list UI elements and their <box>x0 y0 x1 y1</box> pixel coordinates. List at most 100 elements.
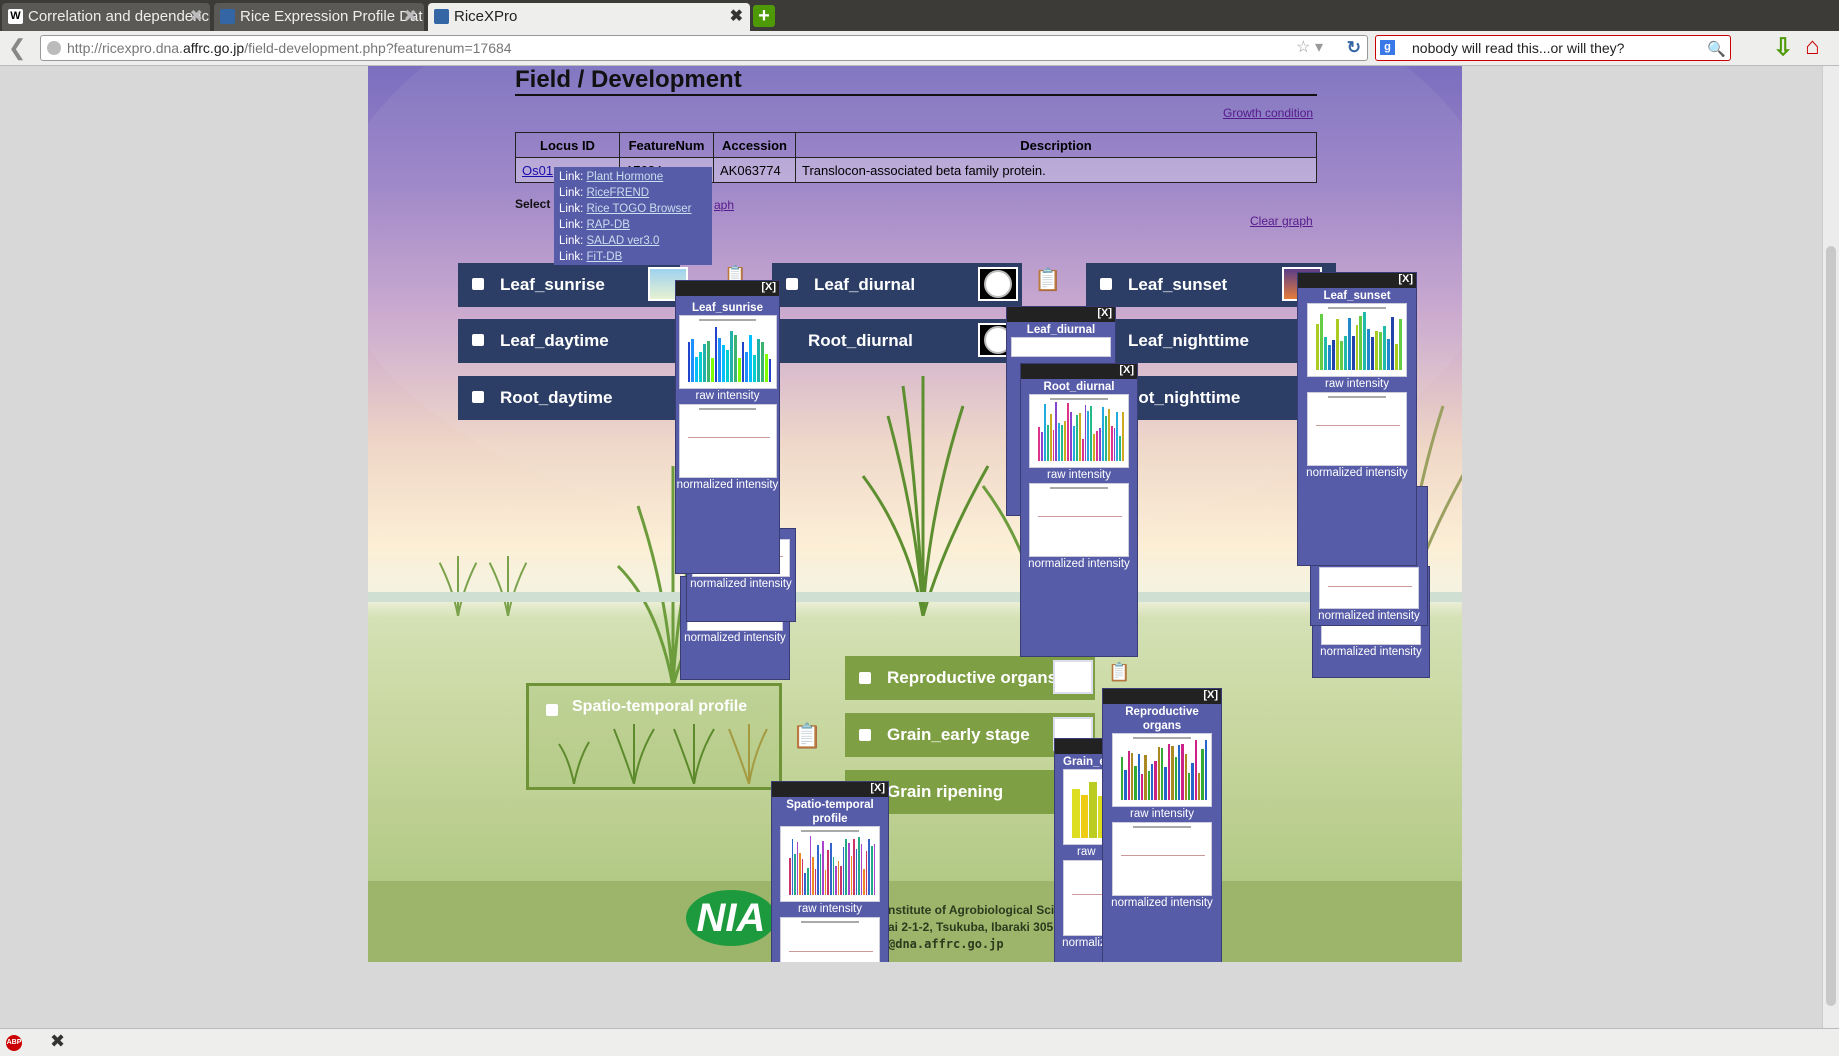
close-icon[interactable]: [X] <box>761 281 776 293</box>
download-icon[interactable]: ⇩ <box>1773 33 1793 62</box>
close-icon[interactable]: [X] <box>1203 689 1218 701</box>
wikipedia-icon: W <box>8 9 23 24</box>
bar-mark <box>1067 402 1069 461</box>
leaf-sunrise-checkbox[interactable] <box>472 278 484 290</box>
condition-leaf-daytime[interactable]: Leaf_daytime <box>458 319 680 363</box>
close-icon[interactable]: ✖ <box>50 1031 65 1052</box>
close-icon[interactable]: [X] <box>1119 364 1134 376</box>
search-engine-icon[interactable]: g <box>1380 40 1395 55</box>
graph-caption: normalized intensity <box>676 479 779 491</box>
leaf-sunset-checkbox[interactable] <box>1100 278 1112 290</box>
bar-mark <box>1087 411 1090 461</box>
table-header: FeatureNum <box>619 132 714 158</box>
bar-mark <box>850 856 853 895</box>
tab-title: Rice Expression Profile Dat... <box>240 8 424 25</box>
search-input[interactable]: nobody will read this...or will they? <box>1412 40 1624 56</box>
rap-db-link[interactable]: RAP-DB <box>587 219 630 231</box>
close-icon[interactable]: ✖ <box>404 3 417 30</box>
bar-mark <box>847 842 850 895</box>
reproductive-organs-checkbox[interactable] <box>859 672 871 684</box>
condition-root-daytime[interactable]: Root_daytime <box>458 376 680 420</box>
page-content: Field / Development Growth condition Loc… <box>368 66 1462 962</box>
bar-mark <box>814 869 817 895</box>
growth-stages-illustration <box>558 724 768 784</box>
bar-mark <box>812 856 814 895</box>
footer-email: @dna.affrc.go.jp <box>888 937 1004 951</box>
condition-root-diurnal[interactable]: Root_diurnal <box>772 319 1022 363</box>
search-bar[interactable]: g nobody will read this...or will they? … <box>1375 35 1731 61</box>
tab-correlation[interactable]: W Correlation and dependenc... ✖ <box>2 3 210 31</box>
bar-mark <box>804 873 806 895</box>
bar-mark <box>860 844 863 895</box>
grain-early-checkbox[interactable] <box>859 729 871 741</box>
tab-rice-expression[interactable]: Rice Expression Profile Dat... ✖ <box>214 3 424 31</box>
salad-link[interactable]: SALAD ver3.0 <box>587 235 660 247</box>
reload-icon[interactable]: ↻ <box>1347 36 1361 60</box>
condition-reproductive-organs[interactable]: Reproductive organs <box>845 656 1095 700</box>
graph-caption: raw intensity <box>1047 469 1111 481</box>
bar-mark <box>1096 430 1099 461</box>
bar-mark <box>699 351 702 382</box>
clipboard-icon[interactable]: 📋 <box>792 722 822 751</box>
back-arrow-icon[interactable]: ❮ <box>8 35 26 61</box>
graph-caption: raw intensity <box>1130 808 1194 820</box>
close-icon[interactable]: [X] <box>1097 307 1112 319</box>
bar-mark <box>871 845 873 895</box>
leaf-diurnal-checkbox[interactable] <box>786 278 798 290</box>
graph-caption: normalized intensity <box>1111 897 1213 909</box>
bar-mark <box>1121 756 1124 800</box>
ricefrend-link[interactable]: RiceFREND <box>587 187 650 199</box>
tab-ricexpro[interactable]: RiceXPro ✖ <box>428 3 750 31</box>
new-tab-button[interactable]: + <box>753 5 775 27</box>
fit-db-link[interactable]: FiT-DB <box>587 251 623 263</box>
scrollbar-thumb[interactable] <box>1826 246 1836 1006</box>
clipboard-icon[interactable]: 📋 <box>1034 267 1061 293</box>
bar-mark <box>822 840 824 895</box>
home-icon[interactable]: ⌂ <box>1805 33 1820 61</box>
close-icon[interactable]: [X] <box>1398 273 1413 285</box>
accession-cell: AK063774 <box>713 157 796 183</box>
root-daytime-checkbox[interactable] <box>472 391 484 403</box>
bar-mark <box>868 838 870 895</box>
close-icon[interactable]: ✖ <box>730 3 743 30</box>
clock-icon <box>984 270 1012 298</box>
bar-mark <box>1383 326 1387 370</box>
condition-leaf-sunrise[interactable]: Leaf_sunrise <box>458 263 688 307</box>
url-bar[interactable]: http://ricexpro.dna.affrc.go.jp/field-de… <box>40 35 1368 61</box>
clear-graph-link[interactable]: Clear graph <box>1250 214 1313 228</box>
star-icon[interactable]: ☆ ▾ <box>1296 36 1323 60</box>
leaf-daytime-checkbox[interactable] <box>472 334 484 346</box>
condition-label: Leaf_sunrise <box>500 275 605 294</box>
bar-mark <box>745 351 749 382</box>
globe-icon <box>47 41 61 55</box>
rice-seedling-illustration <box>488 556 528 616</box>
graph-link[interactable]: aph <box>714 198 734 212</box>
bar-mark <box>1191 762 1194 800</box>
close-icon[interactable]: [X] <box>870 782 885 794</box>
bar-mark <box>1359 316 1363 370</box>
normalized-intensity-graph <box>1029 483 1129 557</box>
bar-mark <box>733 335 737 382</box>
bar-mark <box>714 326 718 382</box>
adblock-icon[interactable]: ABP <box>6 1035 22 1051</box>
spatio-temporal-checkbox[interactable] <box>546 704 558 716</box>
close-icon[interactable]: ✖ <box>190 3 203 30</box>
page-scrollbar[interactable] <box>1822 66 1839 1028</box>
plant-hormone-link[interactable]: Plant Hormone <box>587 171 664 183</box>
bar-mark <box>1355 324 1359 370</box>
condition-leaf-diurnal[interactable]: Leaf_diurnal <box>772 263 1022 307</box>
search-icon[interactable]: 🔍 <box>1707 38 1726 62</box>
popup-title: Leaf_diurnal <box>1026 324 1096 336</box>
raw-intensity-graph <box>1307 303 1407 377</box>
bar-mark <box>1331 340 1335 370</box>
bar-mark <box>819 854 822 895</box>
graph-caption: normalized intensity <box>684 632 786 644</box>
bar-mark <box>1147 771 1151 800</box>
condition-label: Leaf_diurnal <box>814 275 916 294</box>
growth-condition-link[interactable]: Growth condition <box>1223 106 1313 120</box>
clipboard-icon[interactable]: 📋 <box>1108 662 1130 683</box>
bar-mark <box>1131 752 1134 800</box>
raw-intensity-graph <box>1112 733 1212 807</box>
rice-togo-link[interactable]: Rice TOGO Browser <box>587 203 692 215</box>
spatio-temporal-box[interactable]: Spatio-temporal profile <box>526 683 782 790</box>
